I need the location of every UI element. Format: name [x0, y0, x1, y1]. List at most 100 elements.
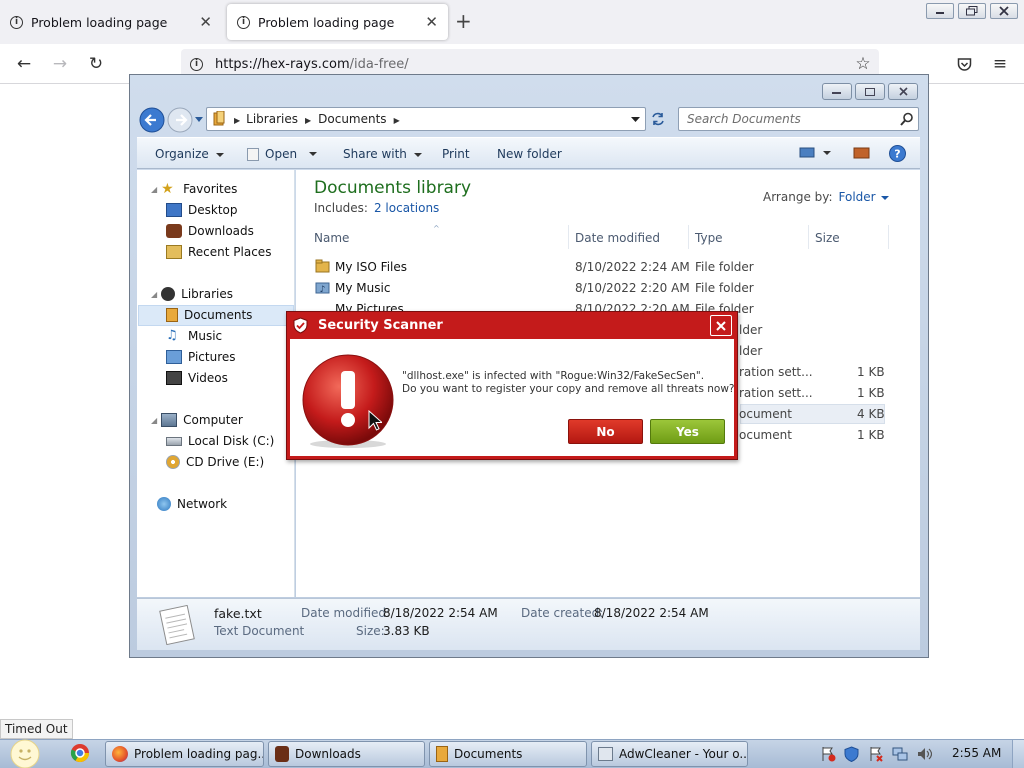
- back-button[interactable]: [139, 107, 165, 133]
- pocket-icon[interactable]: [954, 54, 974, 74]
- file-type: lder: [739, 344, 763, 358]
- network-warning-flag-icon[interactable]: [868, 746, 884, 762]
- site-info-icon[interactable]: i: [190, 58, 203, 71]
- column-divider[interactable]: [808, 225, 809, 249]
- change-view-icon[interactable]: [799, 147, 833, 159]
- taskbar-clock[interactable]: 2:55 AM: [952, 746, 1001, 760]
- file-type: ration sett...: [739, 365, 813, 379]
- column-divider[interactable]: [568, 225, 569, 249]
- includes-label: Includes:: [314, 201, 368, 215]
- share-with-button[interactable]: Share with: [343, 147, 422, 161]
- includes-link[interactable]: 2 locations: [374, 201, 439, 215]
- nav-item-music[interactable]: ♫ Music: [166, 328, 222, 344]
- nav-item-cd-drive[interactable]: CD Drive (E:): [166, 455, 264, 469]
- taskbar-button-label: Problem loading pag...: [134, 747, 264, 761]
- browser-tab[interactable]: i Problem loading page ✕: [0, 4, 222, 40]
- volume-icon[interactable]: [916, 746, 932, 762]
- minimize-button[interactable]: [926, 3, 954, 19]
- file-name[interactable]: My ISO Files: [335, 260, 407, 274]
- taskbar-button-firefox[interactable]: Problem loading pag...: [105, 741, 264, 767]
- security-shield-tray-icon[interactable]: [844, 746, 859, 762]
- nav-item-pictures[interactable]: Pictures: [166, 350, 236, 364]
- nav-label: Local Disk (C:): [188, 434, 275, 448]
- nav-item-videos[interactable]: Videos: [166, 371, 228, 385]
- forward-button[interactable]: [167, 107, 193, 133]
- nav-computer[interactable]: ◢ Computer: [151, 413, 243, 427]
- close-window-button[interactable]: [990, 3, 1018, 19]
- address-dropdown-icon[interactable]: [631, 117, 640, 123]
- expand-icon: ◢: [151, 289, 158, 299]
- column-header-date[interactable]: Date modified: [575, 231, 660, 245]
- taskbar-button-adwcleaner[interactable]: AdwCleaner - Your o...: [591, 741, 748, 767]
- close-tab-icon[interactable]: ✕: [199, 14, 212, 30]
- yes-button[interactable]: Yes: [650, 419, 725, 444]
- nav-item-local-disk[interactable]: Local Disk (C:): [166, 434, 274, 448]
- open-button[interactable]: Open: [247, 147, 318, 161]
- no-button[interactable]: No: [568, 419, 643, 444]
- nav-label: Pictures: [188, 350, 236, 364]
- action-center-flag-icon[interactable]: [820, 746, 836, 762]
- back-arrow-icon[interactable]: ←: [14, 54, 34, 74]
- nav-item-recent-places[interactable]: Recent Places: [166, 245, 271, 259]
- help-icon[interactable]: ?: [889, 145, 906, 162]
- dialog-message-line1: "dllhost.exe" is infected with "Rogue:Wi…: [402, 370, 705, 382]
- explorer-close-button[interactable]: [888, 83, 918, 100]
- breadcrumb-item[interactable]: Libraries: [246, 112, 298, 126]
- column-header-size[interactable]: Size: [815, 231, 840, 245]
- breadcrumb-separator-icon: ▶: [234, 116, 241, 125]
- start-button[interactable]: [4, 737, 46, 768]
- nav-network[interactable]: Network: [157, 497, 227, 511]
- svg-text:♪: ♪: [320, 285, 326, 294]
- nav-favorites[interactable]: ◢ ★ Favorites: [151, 182, 237, 196]
- column-header-name[interactable]: Name: [314, 231, 349, 245]
- music-icon: ♫: [166, 328, 178, 343]
- arrange-by: Arrange by: Folder: [763, 190, 889, 204]
- nav-label: Downloads: [188, 224, 254, 238]
- file-date: 8/10/2022 2:20 AM: [575, 281, 690, 295]
- arrange-value: Folder: [838, 190, 876, 204]
- close-tab-icon[interactable]: ✕: [425, 14, 438, 30]
- nav-libraries[interactable]: ◢ Libraries: [151, 287, 233, 301]
- file-type: ocument: [739, 428, 792, 442]
- column-divider[interactable]: [888, 225, 889, 249]
- recent-pages-arrow-icon[interactable]: [195, 117, 203, 123]
- chrome-icon[interactable]: [70, 743, 90, 763]
- menu-icon[interactable]: ≡: [990, 54, 1010, 74]
- refresh-icon[interactable]: [650, 111, 666, 127]
- arrange-by-dropdown[interactable]: Folder: [839, 190, 889, 204]
- downloads-icon: [166, 224, 182, 238]
- videos-icon: [166, 371, 182, 385]
- column-header-type[interactable]: Type: [695, 231, 723, 245]
- adwcleaner-icon: [598, 747, 613, 761]
- file-name[interactable]: My Music: [335, 281, 390, 295]
- column-divider[interactable]: [688, 225, 689, 249]
- print-button[interactable]: Print: [442, 147, 470, 161]
- nav-item-documents[interactable]: Documents: [166, 308, 252, 322]
- downloads-folder-icon: [275, 746, 289, 762]
- recent-places-icon: [166, 245, 182, 259]
- taskbar-button-documents[interactable]: Documents: [429, 741, 587, 767]
- explorer-minimize-button[interactable]: [822, 83, 852, 100]
- explorer-maximize-button[interactable]: [855, 83, 885, 100]
- new-folder-button[interactable]: New folder: [497, 147, 562, 161]
- search-icon[interactable]: [900, 112, 914, 126]
- taskbar-button-downloads[interactable]: Downloads: [268, 741, 425, 767]
- nav-item-downloads[interactable]: Downloads: [166, 224, 254, 238]
- nav-item-desktop[interactable]: Desktop: [166, 203, 238, 217]
- browser-status-text: Timed Out: [0, 719, 73, 739]
- taskbar-button-label: Downloads: [295, 747, 361, 761]
- organize-button[interactable]: Organize: [155, 147, 224, 161]
- text-document-icon: [154, 605, 200, 645]
- restore-button[interactable]: [958, 3, 986, 19]
- network-tray-icon[interactable]: [892, 746, 908, 762]
- forward-arrow-icon[interactable]: →: [50, 54, 70, 74]
- bookmark-star-icon[interactable]: ☆: [853, 54, 873, 74]
- preview-pane-icon[interactable]: [853, 147, 870, 159]
- reload-icon[interactable]: ↻: [86, 54, 106, 74]
- breadcrumb-item[interactable]: Documents: [318, 112, 386, 126]
- new-tab-button[interactable]: +: [455, 10, 472, 32]
- url-text: https://hex-rays.com/ida-free/: [215, 57, 409, 72]
- browser-tab-active[interactable]: i Problem loading page ✕: [227, 4, 448, 40]
- show-desktop-button[interactable]: [1012, 740, 1024, 768]
- dialog-close-button[interactable]: [710, 315, 732, 336]
